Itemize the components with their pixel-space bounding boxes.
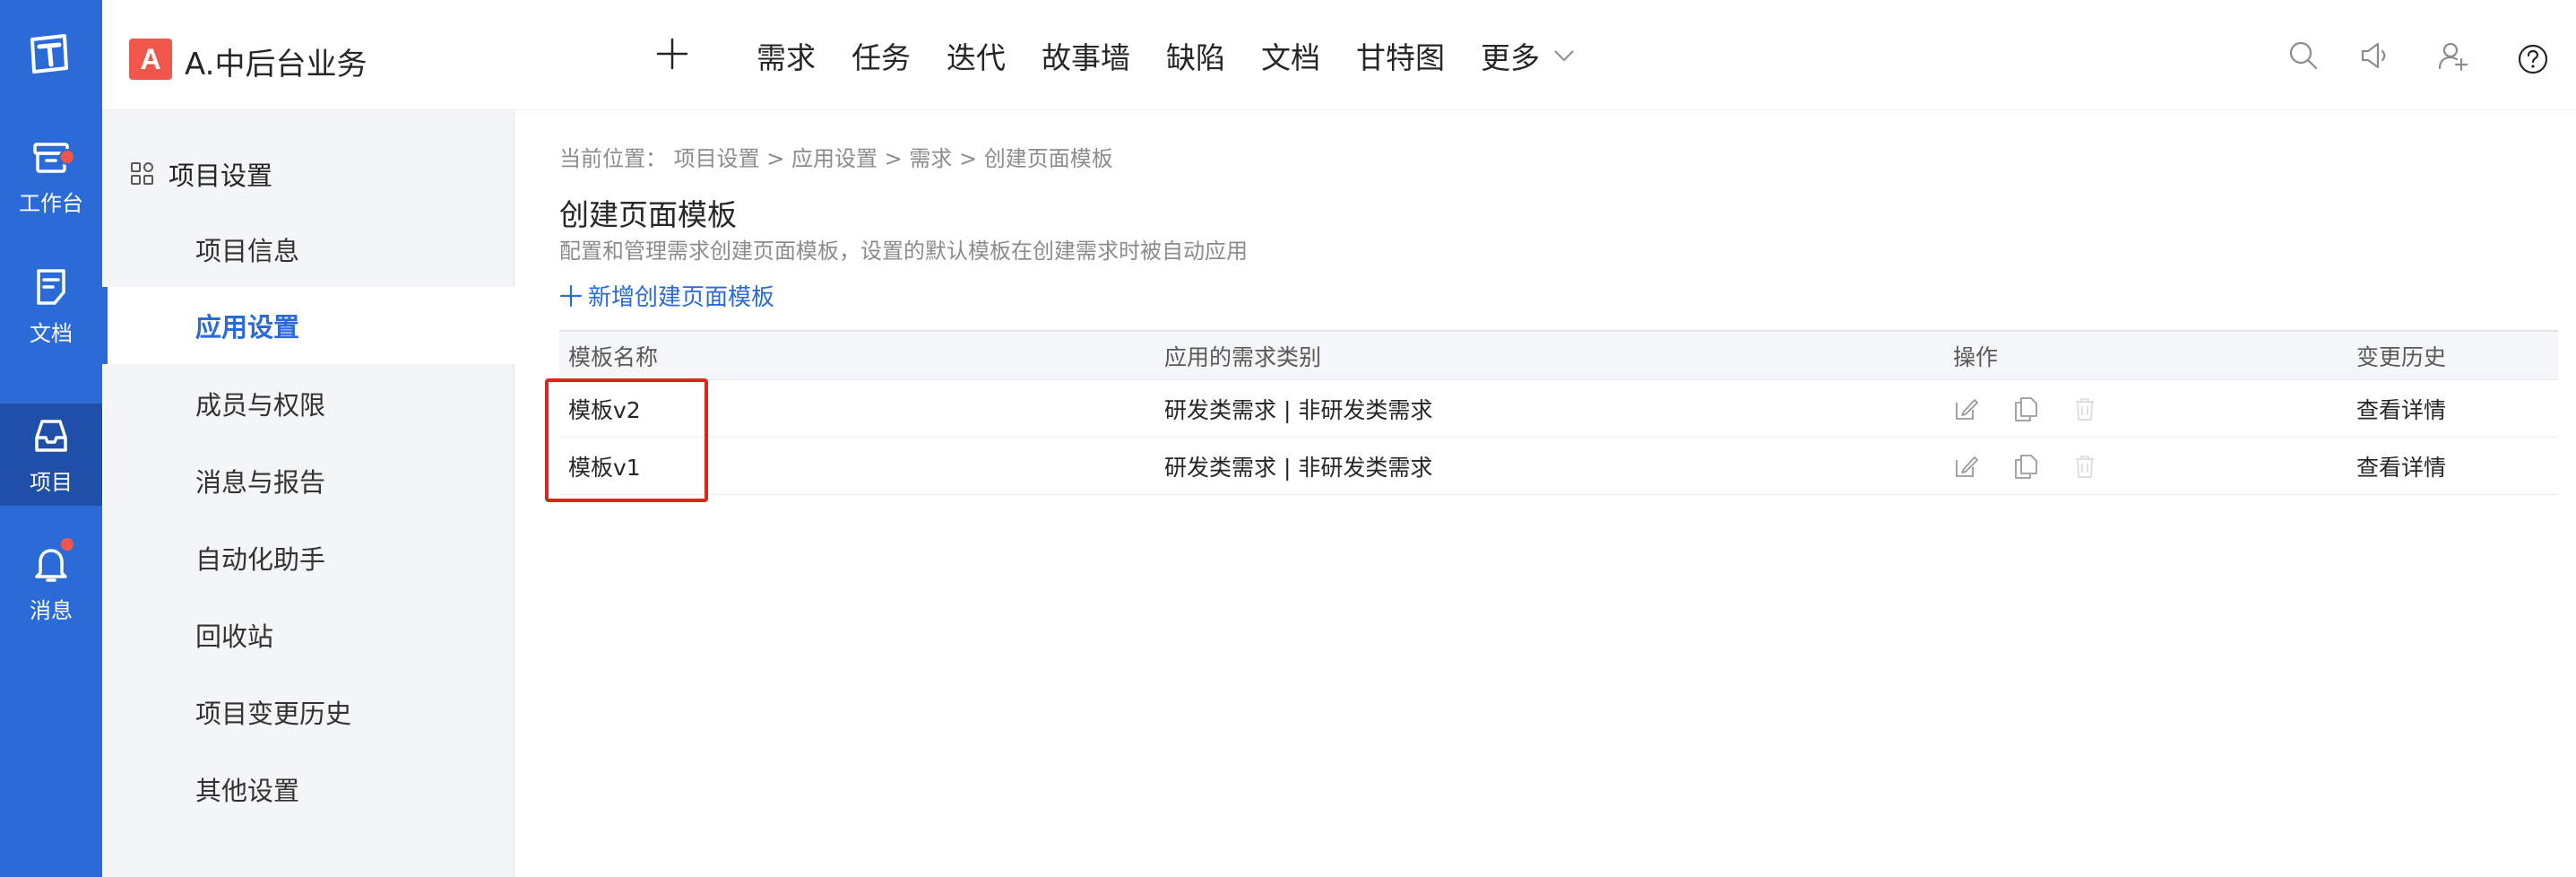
template-name[interactable]: 模板v1: [568, 438, 641, 494]
table-row: 模板v1 研发类需求 | 非研发类需求 查看详情: [559, 438, 2558, 495]
top-header: A A.中后台业务 需求 任务 迭代 故事墙 缺陷 文档 甘特图 更多: [102, 0, 2576, 110]
sidebar-title: 项目设置: [129, 155, 272, 193]
invite-user-icon[interactable]: [2437, 39, 2469, 72]
column-header-name: 模板名称: [568, 343, 659, 370]
rail-label-project: 项目: [30, 469, 73, 495]
search-icon[interactable]: [2287, 39, 2320, 72]
rail-item-workbench[interactable]: 工作台: [0, 124, 102, 228]
create-plus-icon[interactable]: [654, 36, 690, 72]
nav-bugs[interactable]: 缺陷: [1166, 34, 1225, 77]
announcement-icon[interactable]: [2358, 39, 2390, 72]
add-template-button[interactable]: 新增创建页面模板: [559, 279, 774, 312]
delete-icon: [2076, 397, 2094, 421]
table-row: 模板v2 研发类需求 | 非研发类需求 查看详情: [559, 380, 2558, 438]
nav-iterations[interactable]: 迭代: [947, 34, 1006, 77]
edit-icon[interactable]: [1953, 395, 1980, 422]
sidebar-item-label: 项目信息: [195, 236, 300, 266]
page-title: 创建页面模板: [559, 197, 737, 232]
column-header-history: 变更历史: [2356, 343, 2447, 370]
sidebar-item-label: 自动化助手: [195, 544, 326, 575]
notification-dot: [59, 536, 75, 552]
add-template-label: 新增创建页面模板: [588, 284, 775, 311]
template-types: 研发类需求 | 非研发类需求: [1164, 454, 1433, 481]
template-name[interactable]: 模板v2: [568, 380, 641, 437]
nav-more-label: 更多: [1481, 40, 1540, 75]
document-icon: [37, 268, 65, 305]
project-inbox-icon: [35, 419, 67, 452]
history-cell: 查看详情: [2356, 438, 2446, 494]
nav-gantt[interactable]: 甘特图: [1356, 34, 1445, 77]
column-header-ops: 操作: [1953, 343, 1999, 370]
sidebar-item-label: 项目变更历史: [195, 699, 352, 729]
main-content: 当前位置： 项目设置 > 应用设置 > 需求 > 创建页面模板 创建页面模板 配…: [514, 110, 2576, 877]
sidebar-item-label: 消息与报告: [195, 467, 326, 498]
sidebar-item-label: 回收站: [195, 621, 274, 652]
sidebar-item-notifications[interactable]: 消息与报告: [102, 442, 514, 519]
sidebar-item-members[interactable]: 成员与权限: [102, 365, 514, 442]
tapd-logo-icon[interactable]: [27, 32, 72, 77]
sidebar-title-label: 项目设置: [169, 161, 273, 191]
sidebar-item-label: 应用设置: [195, 312, 300, 343]
nav-more[interactable]: 更多: [1481, 34, 1576, 77]
column-header-types: 应用的需求类别: [1164, 343, 1322, 370]
history-cell: 查看详情: [2356, 380, 2446, 437]
notification-dot: [59, 149, 75, 165]
edit-icon[interactable]: [1953, 453, 1980, 480]
sidebar-item-automation[interactable]: 自动化助手: [102, 519, 514, 596]
table-header: 模板名称 应用的需求类别 操作 变更历史: [559, 330, 2558, 380]
page-description: 配置和管理需求创建页面模板，设置的默认模板在创建需求时被自动应用: [559, 239, 1248, 264]
sidebar-item-change-history[interactable]: 项目变更历史: [102, 673, 514, 751]
nav-requirements[interactable]: 需求: [756, 34, 816, 77]
nav-docs[interactable]: 文档: [1261, 34, 1320, 77]
sidebar-item-recycle-bin[interactable]: 回收站: [102, 596, 514, 673]
rail-item-messages[interactable]: 消息: [0, 531, 102, 635]
template-types: 研发类需求 | 非研发类需求: [1164, 396, 1433, 423]
rail-label-messages: 消息: [30, 597, 73, 623]
sidebar-item-label: 成员与权限: [195, 390, 326, 421]
template-table: 模板名称 应用的需求类别 操作 变更历史 模板v2 研发类需求 | 非研发类需求: [559, 330, 2558, 495]
rail-item-project[interactable]: 项目: [0, 404, 102, 506]
copy-icon[interactable]: [2012, 395, 2039, 422]
sidebar-item-other-settings[interactable]: 其他设置: [102, 751, 514, 828]
rail-label-workbench: 工作台: [19, 190, 83, 216]
chevron-down-icon: [1554, 50, 1574, 62]
view-details-link[interactable]: 查看详情: [2356, 450, 2446, 482]
sidebar-item-app-settings[interactable]: 应用设置: [102, 287, 514, 364]
delete-icon: [2076, 455, 2094, 478]
project-badge[interactable]: A: [129, 39, 172, 80]
settings-grid-icon: [131, 162, 153, 185]
app-rail: 工作台 文档 项目 消息: [0, 0, 102, 877]
view-details-link[interactable]: 查看详情: [2356, 393, 2446, 425]
project-name[interactable]: A.中后台业务: [185, 39, 367, 83]
row-actions: [1953, 380, 2131, 437]
rail-item-docs[interactable]: 文档: [0, 254, 102, 358]
top-nav: 需求 任务 迭代 故事墙 缺陷 文档 甘特图 更多: [756, 36, 1612, 75]
copy-icon[interactable]: [2012, 453, 2039, 480]
nav-tasks[interactable]: 任务: [851, 34, 911, 77]
settings-sidebar: 项目设置 项目信息 应用设置 成员与权限 消息与报告 自动化助手 回收站 项目变…: [102, 110, 514, 877]
help-icon[interactable]: [2517, 43, 2549, 75]
rail-label-docs: 文档: [30, 320, 73, 346]
row-actions: [1953, 438, 2131, 494]
sidebar-item-label: 其他设置: [195, 776, 300, 806]
breadcrumb: 当前位置： 项目设置 > 应用设置 > 需求 > 创建页面模板: [559, 146, 1113, 171]
plus-icon: [559, 284, 583, 307]
nav-story-wall[interactable]: 故事墙: [1042, 34, 1130, 77]
sidebar-item-project-info[interactable]: 项目信息: [102, 211, 514, 288]
